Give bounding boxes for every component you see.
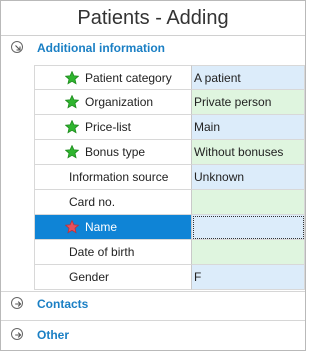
field-label: Organization: [85, 95, 154, 109]
chevron-expand-icon[interactable]: [11, 328, 23, 340]
field-value-input[interactable]: [192, 215, 305, 240]
section-divider: [1, 320, 305, 321]
section-contacts[interactable]: Contacts: [1, 292, 305, 316]
field-value-input[interactable]: A patient: [192, 65, 305, 90]
filled-star-icon: [64, 144, 80, 162]
section-other[interactable]: Other: [1, 323, 305, 347]
field-value-input[interactable]: Without bonuses: [192, 140, 305, 165]
window-title: Patients - Adding: [77, 7, 229, 29]
field-label-cell[interactable]: Gender: [34, 265, 192, 290]
field-row[interactable]: Gender F: [34, 265, 305, 290]
section-label: Contacts: [37, 297, 89, 311]
field-row[interactable]: Information source Unknown: [34, 165, 305, 190]
field-label-cell[interactable]: Information source: [34, 165, 192, 190]
field-value-input[interactable]: [192, 190, 305, 215]
field-label: Date of birth: [69, 245, 135, 259]
field-row[interactable]: Date of birth: [34, 240, 305, 265]
field-row[interactable]: Price-list Main: [34, 115, 305, 140]
field-label: Card no.: [69, 195, 116, 209]
field-label-cell[interactable]: Card no.: [34, 190, 192, 215]
field-label: Gender: [69, 270, 110, 284]
field-row[interactable]: Card no.: [34, 190, 305, 215]
field-row[interactable]: Bonus type Without bonuses: [34, 140, 305, 165]
filled-star-icon: [64, 119, 80, 137]
chevron-collapse-icon[interactable]: [11, 41, 23, 53]
field-label: Bonus type: [85, 145, 146, 159]
filled-star-icon: [64, 70, 80, 88]
field-row[interactable]: Patient category A patient: [34, 65, 305, 90]
required-star-icon: [64, 219, 80, 237]
section-label: Additional information: [37, 41, 165, 55]
field-label-cell[interactable]: Date of birth: [34, 240, 192, 265]
filled-star-icon: [64, 94, 80, 112]
field-row[interactable]: Organization Private person: [34, 90, 305, 115]
field-label-cell[interactable]: Price-list: [34, 115, 192, 140]
field-label-cell[interactable]: Bonus type: [34, 140, 192, 165]
field-label-cell[interactable]: Name: [34, 215, 192, 240]
field-label: Name: [85, 220, 118, 234]
chevron-expand-icon[interactable]: [11, 297, 23, 309]
field-value-input[interactable]: Unknown: [192, 165, 305, 190]
property-grid: Patient category A patient Organization Pri…: [34, 65, 305, 290]
field-row[interactable]: Name: [34, 215, 305, 240]
section-additional-information[interactable]: Additional information: [1, 36, 305, 60]
form-window: Patients - Adding Additional information…: [0, 0, 306, 351]
field-value-input[interactable]: [192, 240, 305, 265]
field-value-input[interactable]: F: [192, 265, 305, 290]
field-value-input[interactable]: Private person: [192, 90, 305, 115]
field-label: Patient category: [85, 71, 172, 85]
field-label-cell[interactable]: Organization: [34, 90, 192, 115]
section-label: Other: [37, 328, 70, 342]
field-value-input[interactable]: Main: [192, 115, 305, 140]
field-label: Price-list: [85, 120, 132, 134]
field-label-cell[interactable]: Patient category: [34, 65, 192, 90]
field-label: Information source: [69, 170, 169, 184]
